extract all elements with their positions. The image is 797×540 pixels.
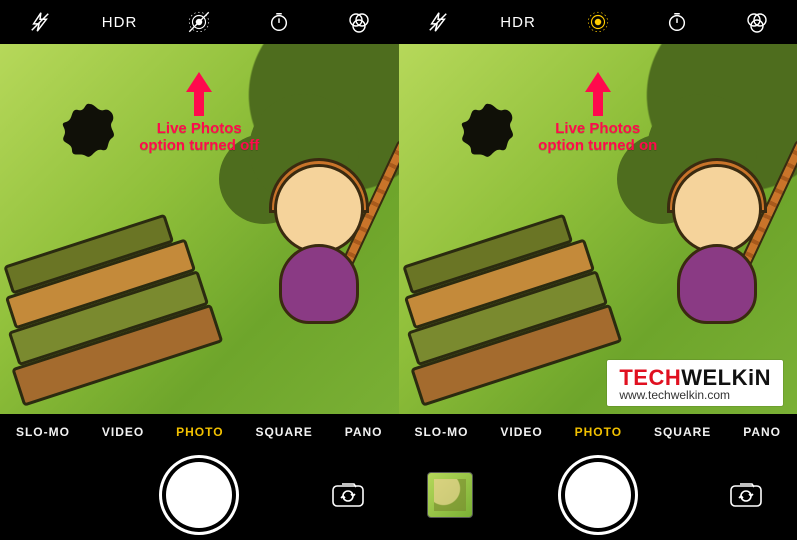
live-photos-icon[interactable]: [578, 2, 618, 42]
mode-selector[interactable]: SLO-MO VIDEO PHOTO SQUARE PANO: [0, 414, 399, 450]
filters-icon[interactable]: [737, 2, 777, 42]
bottom-toolbar: [0, 450, 399, 540]
mode-slomo[interactable]: SLO-MO: [16, 425, 70, 439]
flash-icon[interactable]: [20, 2, 60, 42]
last-photo-thumbnail[interactable]: [427, 472, 473, 518]
mode-square[interactable]: SQUARE: [654, 425, 711, 439]
watermark-url: www.techwelkin.com: [619, 389, 771, 402]
switch-camera-button[interactable]: [723, 472, 769, 518]
illustration-doll: [259, 164, 379, 344]
mode-photo[interactable]: PHOTO: [575, 425, 622, 439]
shutter-button[interactable]: [166, 462, 232, 528]
flash-icon[interactable]: [418, 2, 458, 42]
filters-icon[interactable]: [339, 2, 379, 42]
viewfinder[interactable]: Live Photos option turned on: [399, 44, 797, 414]
switch-camera-button[interactable]: [325, 472, 371, 518]
bottom-toolbar: [399, 450, 797, 540]
illustration-doll: [657, 164, 777, 344]
mode-pano[interactable]: PANO: [743, 425, 781, 439]
top-toolbar: HDR: [0, 0, 399, 44]
mode-video[interactable]: VIDEO: [102, 425, 144, 439]
mode-pano[interactable]: PANO: [345, 425, 383, 439]
mode-video[interactable]: VIDEO: [500, 425, 542, 439]
watermark-brand: TECHWELKiN: [619, 366, 771, 389]
live-photos-icon[interactable]: [179, 2, 219, 42]
viewfinder[interactable]: Live Photos option turned off: [0, 44, 399, 414]
mode-slomo[interactable]: SLO-MO: [414, 425, 468, 439]
watermark-brand-part1: TECH: [619, 365, 681, 390]
mode-selector[interactable]: SLO-MO VIDEO PHOTO SQUARE PANO: [399, 414, 797, 450]
timer-icon[interactable]: [657, 2, 697, 42]
camera-screen-live-off: HDR: [0, 0, 399, 540]
camera-screen-live-on: HDR: [399, 0, 797, 540]
hdr-button[interactable]: HDR: [100, 2, 140, 42]
watermark-brand-part2: WELKiN: [681, 365, 771, 390]
timer-icon[interactable]: [259, 2, 299, 42]
illustration-splat: [30, 94, 150, 194]
illustration-splat: [429, 94, 549, 194]
top-toolbar: HDR: [399, 0, 797, 44]
mode-square[interactable]: SQUARE: [255, 425, 312, 439]
hdr-button[interactable]: HDR: [498, 2, 538, 42]
mode-photo[interactable]: PHOTO: [176, 425, 223, 439]
illustration-books: [0, 158, 261, 410]
watermark: TECHWELKiN www.techwelkin.com: [607, 360, 783, 406]
shutter-button[interactable]: [565, 462, 631, 528]
